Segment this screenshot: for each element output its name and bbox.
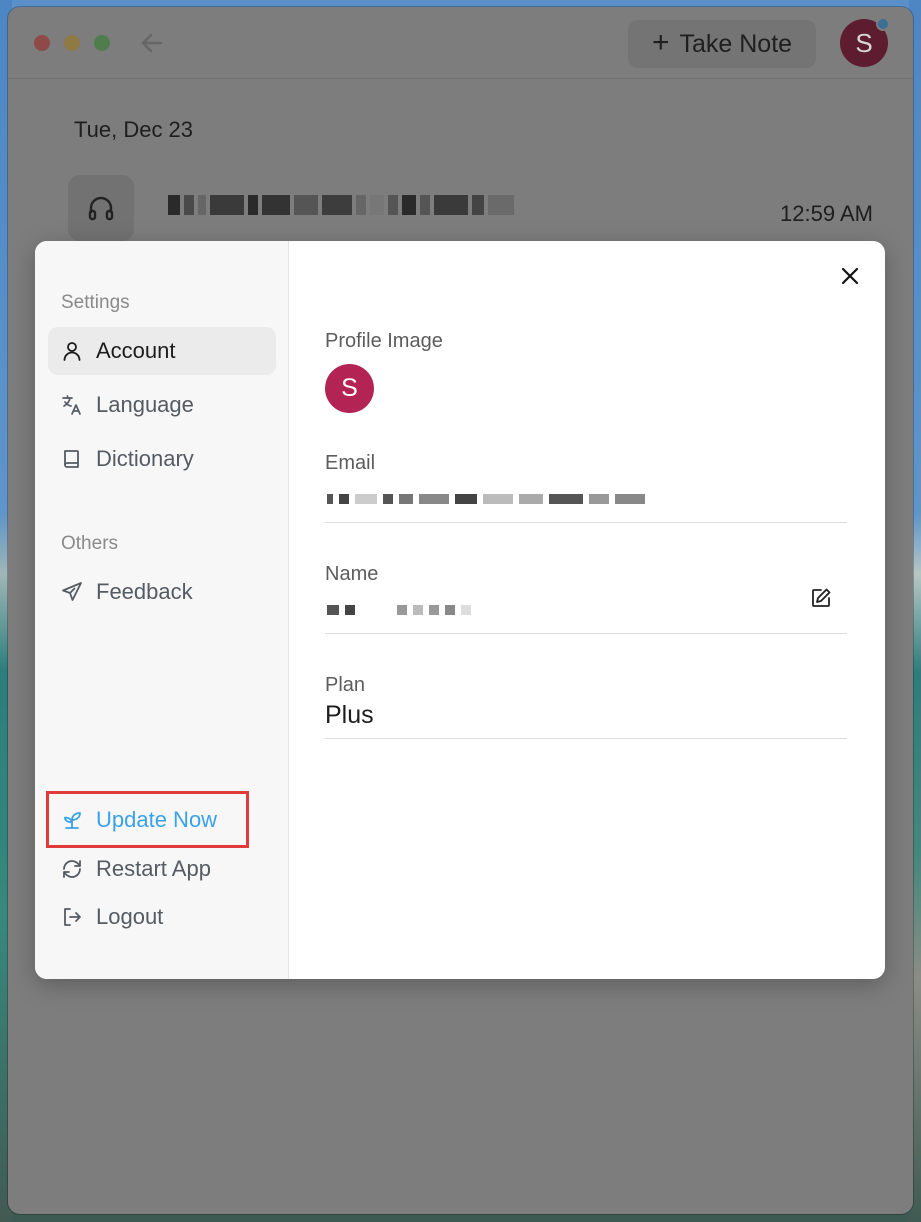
others-section-label: Others — [61, 533, 119, 554]
sidebar-item-label: Feedback — [96, 579, 193, 604]
sidebar-item-feedback[interactable]: Feedback — [48, 568, 276, 616]
titlebar: + Take Note S — [8, 7, 913, 79]
sidebar-item-language[interactable]: Language — [48, 381, 276, 429]
sidebar-item-account[interactable]: Account — [48, 327, 276, 375]
avatar-initial: S — [341, 374, 358, 402]
minimize-window-button[interactable] — [64, 35, 80, 51]
sidebar-item-dictionary[interactable]: Dictionary — [48, 435, 276, 483]
settings-modal: Settings Account Language Dictionary Oth… — [35, 241, 885, 979]
name-label: Name — [325, 563, 379, 585]
take-note-label: Take Note — [679, 29, 793, 58]
note-list-item[interactable]: 12:59 AM — [68, 175, 873, 241]
note-time: 12:59 AM — [780, 201, 873, 226]
notification-dot — [876, 17, 890, 31]
user-icon — [63, 342, 81, 361]
book-icon — [64, 450, 79, 468]
settings-section-label: Settings — [61, 292, 130, 313]
plus-icon: + — [651, 25, 670, 59]
close-icon[interactable] — [837, 263, 863, 289]
sidebar-item-label: Update Now — [96, 807, 218, 832]
email-value-redacted — [327, 492, 645, 506]
name-divider — [325, 633, 847, 634]
back-arrow-icon[interactable] — [138, 29, 166, 57]
sidebar-item-update-now[interactable]: Update Now — [48, 796, 276, 844]
sidebar-item-label: Language — [96, 392, 194, 417]
edit-name-icon[interactable] — [809, 586, 833, 610]
translate-icon — [62, 395, 81, 415]
sidebar-item-label: Restart App — [96, 856, 211, 881]
logout-icon — [64, 908, 81, 926]
refresh-icon — [63, 860, 81, 878]
settings-sidebar: Settings Account Language Dictionary Oth… — [35, 241, 289, 979]
headphones-icon — [68, 175, 134, 241]
sprout-icon — [64, 812, 81, 829]
note-title-redacted — [168, 193, 514, 217]
plan-value: Plus — [325, 701, 374, 729]
send-icon — [62, 582, 82, 601]
zoom-window-button[interactable] — [94, 35, 110, 51]
email-label: Email — [325, 452, 376, 474]
sidebar-item-label: Account — [96, 338, 176, 363]
sidebar-item-label: Dictionary — [96, 446, 194, 471]
profile-avatar[interactable]: S — [325, 364, 374, 413]
sidebar-item-restart-app[interactable]: Restart App — [48, 845, 276, 893]
date-heading: Tue, Dec 23 — [74, 117, 194, 142]
avatar-initial: S — [855, 27, 873, 58]
plan-divider — [325, 738, 847, 739]
name-value-redacted — [327, 603, 471, 617]
profile-image-label: Profile Image — [325, 330, 443, 352]
close-window-button[interactable] — [34, 35, 50, 51]
sidebar-item-logout[interactable]: Logout — [48, 893, 276, 941]
email-divider — [325, 522, 847, 523]
sidebar-item-label: Logout — [96, 904, 164, 929]
plan-label: Plan — [325, 674, 366, 696]
take-note-button[interactable]: + Take Note — [628, 20, 816, 68]
